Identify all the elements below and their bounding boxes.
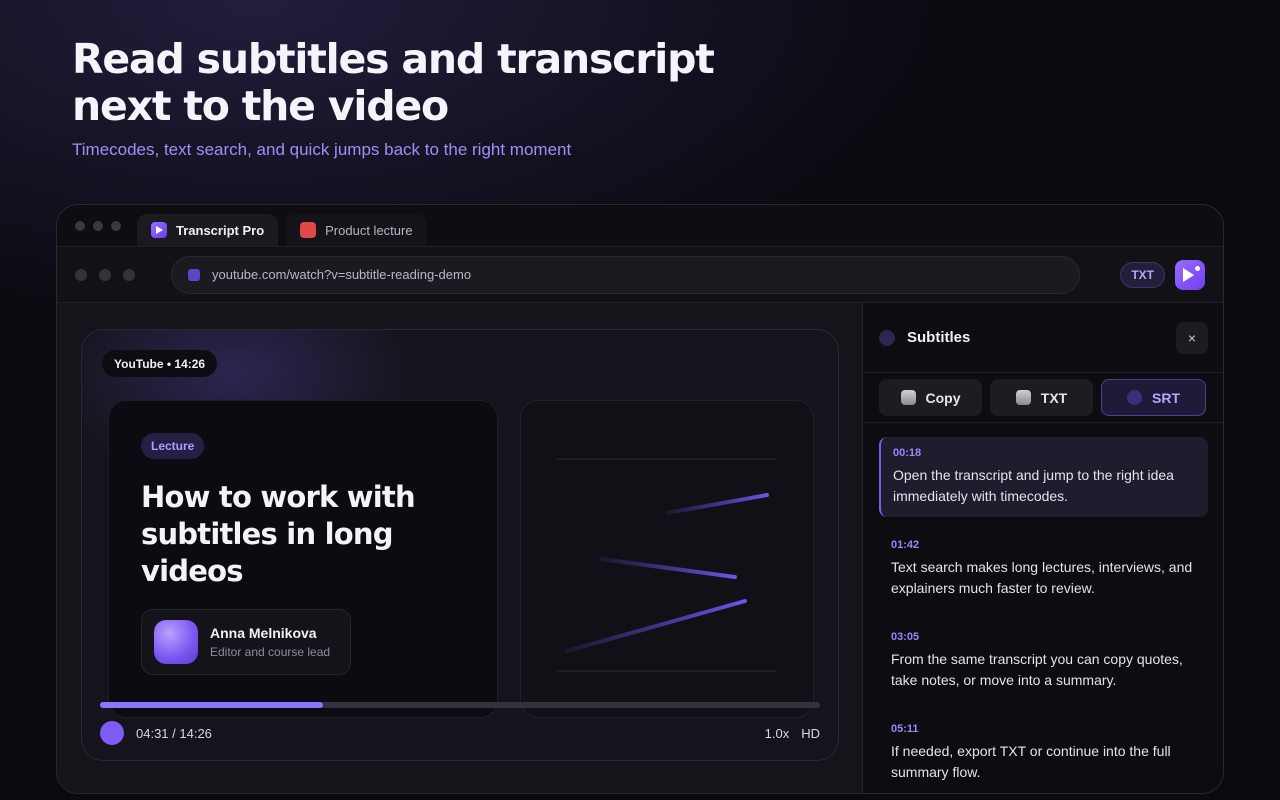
cue-text: Text search makes long lectures, intervi… xyxy=(891,559,1193,596)
window-dot-maximize[interactable] xyxy=(111,220,121,231)
window-dot-minimize[interactable] xyxy=(93,220,103,231)
tab-transcript-pro[interactable]: Transcript Pro xyxy=(137,214,279,246)
transcript-pro-icon xyxy=(151,222,167,238)
author-role: Editor and course lead xyxy=(210,645,331,659)
time-display: 04:31 / 14:26 xyxy=(136,725,212,741)
reload-button[interactable] xyxy=(123,268,135,281)
browser-window: Transcript Pro Product lecture youtube.c… xyxy=(56,204,1224,794)
author-name: Anna Melnikova xyxy=(210,625,317,641)
quality-button[interactable]: HD xyxy=(801,726,820,741)
tab-bar: Transcript Pro Product lecture xyxy=(57,205,1223,247)
copy-label: Copy xyxy=(925,389,961,406)
cue-timecode[interactable]: 01:42 xyxy=(891,539,1196,551)
txt-extension-button[interactable]: TXT xyxy=(1120,261,1166,288)
cue-timecode[interactable]: 03:05 xyxy=(891,631,1196,643)
video-player[interactable]: YouTube • 14:26 Lecture How to work with… xyxy=(81,329,839,761)
nav-controls xyxy=(75,268,135,281)
close-button[interactable]: × xyxy=(1176,321,1208,354)
cue-timecode[interactable]: 05:11 xyxy=(891,723,1196,735)
cue-timecode[interactable]: 00:18 xyxy=(893,447,1196,459)
tab-product-lecture[interactable]: Product lecture xyxy=(286,214,427,246)
cue-item[interactable]: 05:11 If needed, export TXT or continue … xyxy=(879,713,1208,793)
url-field[interactable]: youtube.com/watch?v=subtitle-reading-dem… xyxy=(171,255,1081,294)
srt-button[interactable]: SRT xyxy=(1101,379,1206,416)
video-area: YouTube • 14:26 Lecture How to work with… xyxy=(57,303,863,793)
cue-text: Open the transcript and jump to the righ… xyxy=(893,467,1174,504)
srt-label: SRT xyxy=(1152,389,1180,406)
cue-item[interactable]: 01:42 Text search makes long lectures, i… xyxy=(879,529,1208,609)
txt-button[interactable]: TXT xyxy=(990,379,1093,416)
decorative-lines-graphic xyxy=(557,458,777,672)
slide-card: Lecture How to work with subtitles in lo… xyxy=(108,400,498,718)
avatar xyxy=(154,620,198,664)
url-text: youtube.com/watch?v=subtitle-reading-dem… xyxy=(212,267,472,282)
subtitles-icon xyxy=(879,329,895,346)
tab-label: Product lecture xyxy=(325,222,413,238)
slide-title: How to work with subtitles in long video… xyxy=(141,480,416,588)
video-source-badge: YouTube • 14:26 xyxy=(102,350,218,377)
progress-bar[interactable] xyxy=(100,702,820,708)
panel-title: Subtitles xyxy=(907,329,971,346)
hero-subtitle: Timecodes, text search, and quick jumps … xyxy=(72,140,572,159)
tab-label: Transcript Pro xyxy=(176,222,265,238)
back-button[interactable] xyxy=(75,268,87,281)
speed-button[interactable]: 1.0x xyxy=(765,726,790,741)
cue-list: 00:18 Open the transcript and jump to th… xyxy=(863,423,1223,793)
cue-item-active[interactable]: 00:18 Open the transcript and jump to th… xyxy=(879,437,1208,517)
address-bar: youtube.com/watch?v=subtitle-reading-dem… xyxy=(57,247,1223,303)
site-icon xyxy=(188,268,200,281)
progress-fill xyxy=(100,702,324,708)
copy-icon xyxy=(900,390,916,405)
cue-text: From the same transcript you can copy qu… xyxy=(891,651,1183,688)
txt-label: TXT xyxy=(1040,389,1068,406)
panel-header: Subtitles × xyxy=(863,303,1223,373)
export-actions: Copy TXT SRT xyxy=(863,373,1223,423)
page-content: YouTube • 14:26 Lecture How to work with… xyxy=(57,303,1223,793)
hero-title: Read subtitles and transcript next to th… xyxy=(72,35,715,130)
author-card: Anna Melnikova Editor and course lead xyxy=(141,609,351,675)
hero: Read subtitles and transcript next to th… xyxy=(72,36,812,160)
window-controls xyxy=(75,220,121,231)
player-controls: 04:31 / 14:26 1.0x HD xyxy=(100,720,820,746)
subtitles-panel: Subtitles × Copy TXT SRT 00:18 Open the … xyxy=(863,303,1223,793)
cue-text: If needed, export TXT or continue into t… xyxy=(891,743,1171,780)
txt-icon xyxy=(1015,390,1031,405)
srt-icon xyxy=(1127,390,1142,405)
lecture-tag: Lecture xyxy=(141,433,205,459)
copy-button[interactable]: Copy xyxy=(879,379,982,416)
cue-item[interactable]: 03:05 From the same transcript you can c… xyxy=(879,621,1208,701)
youtube-icon xyxy=(300,222,317,238)
forward-button[interactable] xyxy=(99,268,111,281)
transcript-extension-icon[interactable] xyxy=(1175,259,1205,290)
play-button[interactable] xyxy=(100,721,124,745)
window-dot-close[interactable] xyxy=(75,220,85,231)
slide-graphic xyxy=(520,400,814,718)
